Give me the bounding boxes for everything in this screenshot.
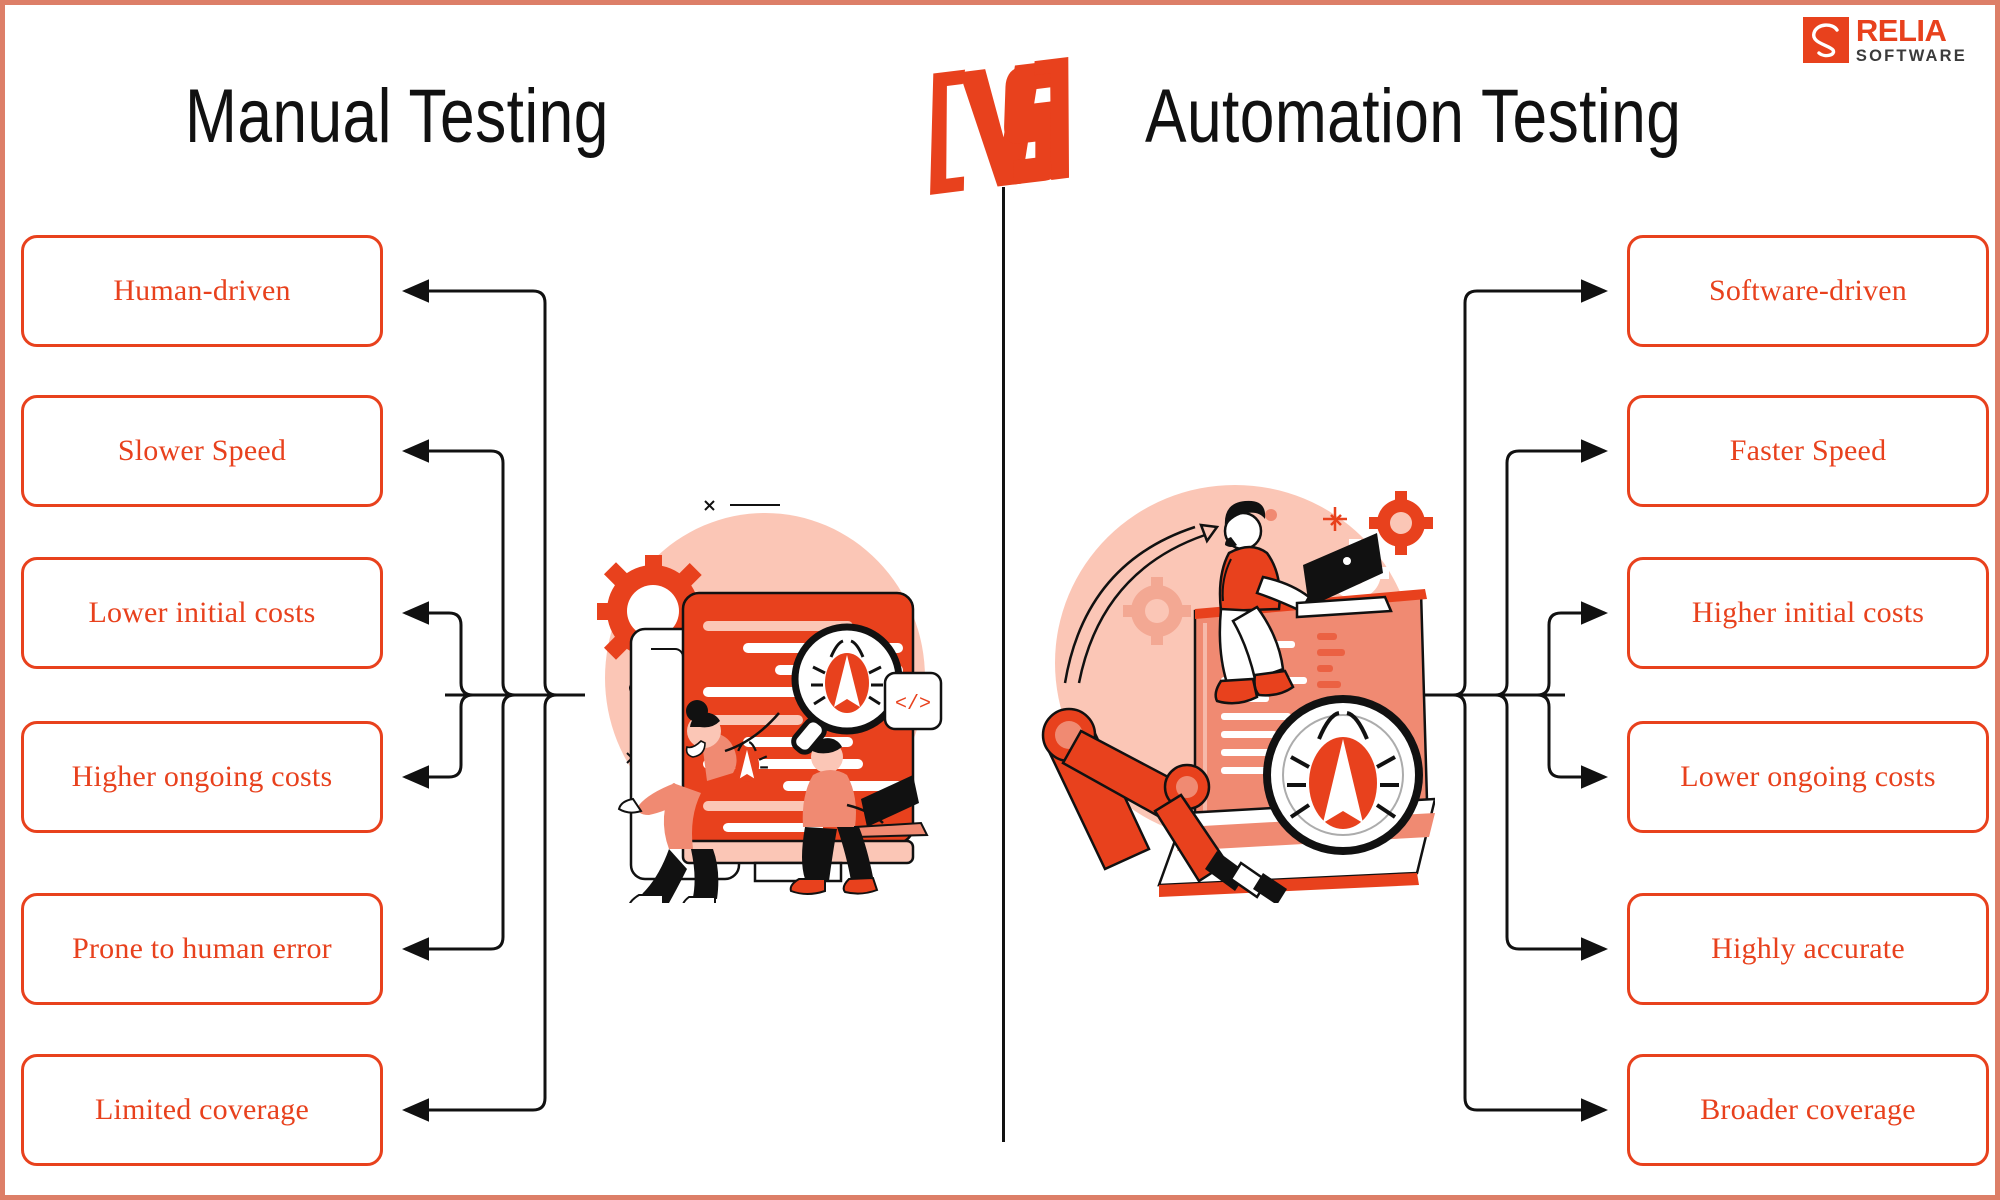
vs-badge-icon xyxy=(930,56,1070,195)
right-item-box-2[interactable]: Faster Speed xyxy=(1627,395,1989,507)
left-item-box-4[interactable]: Higher ongoing costs xyxy=(21,721,383,833)
brand-logo: RELIA SOFTWARE xyxy=(1802,15,1967,65)
infographic-canvas: Manual Testing Automation Testing RELIA … xyxy=(0,0,2000,1200)
svg-text:</>: </> xyxy=(895,693,931,716)
left-item-label-5: Prone to human error xyxy=(72,932,332,965)
right-item-label-1: Software-driven xyxy=(1709,274,1907,307)
page-title-right: Automation Testing xyxy=(1145,74,1682,159)
brand-name: RELIA xyxy=(1855,13,1947,48)
left-item-label-1: Human-driven xyxy=(113,274,291,307)
right-item-label-3: Higher initial costs xyxy=(1691,596,1925,629)
page-title-left: Manual Testing xyxy=(185,74,609,159)
left-item-label-4: Higher ongoing costs xyxy=(71,760,333,793)
right-item-label-4: Lower ongoing costs xyxy=(1680,760,1936,793)
left-item-box-6[interactable]: Limited coverage xyxy=(21,1054,383,1166)
left-item-label-3: Lower initial costs xyxy=(88,596,316,629)
left-item-box-2[interactable]: Slower Speed xyxy=(21,395,383,507)
left-item-box-5[interactable]: Prone to human error xyxy=(21,893,383,1005)
center-divider xyxy=(1002,187,1005,1142)
brand-subtitle: SOFTWARE xyxy=(1855,47,1967,65)
right-item-box-3[interactable]: Higher initial costs xyxy=(1627,557,1989,669)
right-item-box-5[interactable]: Highly accurate xyxy=(1627,893,1989,1005)
right-item-label-5: Highly accurate xyxy=(1711,932,1905,965)
automation-testing-illustration xyxy=(1035,483,1437,908)
brand-logo-wordmark: RELIA SOFTWARE xyxy=(1856,15,1967,65)
right-item-box-6[interactable]: Broader coverage xyxy=(1627,1054,1989,1166)
relia-s-mark-icon xyxy=(1802,16,1849,63)
manual-testing-illustration: </> xyxy=(575,483,975,912)
left-item-box-1[interactable]: Human-driven xyxy=(21,235,383,347)
vs-badge xyxy=(910,53,1070,198)
left-item-label-6: Limited coverage xyxy=(95,1093,309,1126)
right-item-box-4[interactable]: Lower ongoing costs xyxy=(1627,721,1989,833)
left-item-label-2: Slower Speed xyxy=(117,434,287,467)
right-item-box-1[interactable]: Software-driven xyxy=(1627,235,1989,347)
right-item-label-6: Broader coverage xyxy=(1700,1093,1916,1126)
right-item-label-2: Faster Speed xyxy=(1729,434,1887,467)
left-item-box-3[interactable]: Lower initial costs xyxy=(21,557,383,669)
